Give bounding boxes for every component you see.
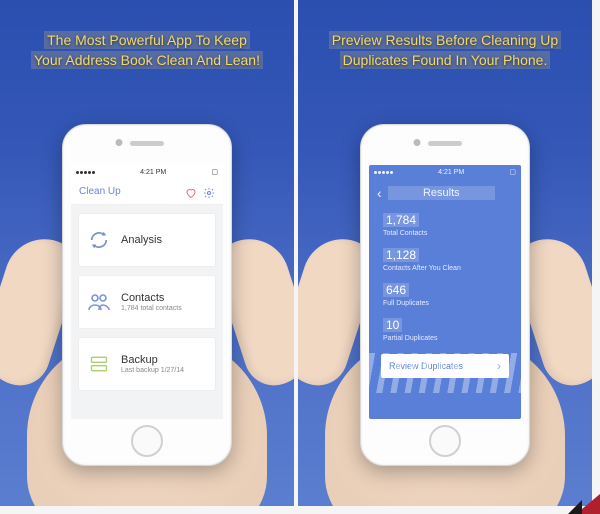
card-subtitle: Last backup 1/27/14 (121, 367, 207, 374)
phone-speaker (428, 141, 462, 146)
card-analysis[interactable]: Analysis (78, 213, 216, 267)
stat-item: 1,784 Total Contacts (383, 211, 507, 237)
promo-panel-right: Preview Results Before Cleaning Up Dupli… (298, 0, 592, 506)
status-bar: 4:21 PM ▢ (369, 165, 521, 179)
home-button[interactable] (131, 425, 163, 457)
status-bar: 4:21 PM ▢ (71, 165, 223, 179)
back-chevron-icon[interactable]: ‹ (377, 185, 382, 201)
phone-speaker (130, 141, 164, 146)
signal-dots-icon (374, 171, 393, 174)
tagline-left-line1: The Most Powerful App To Keep (44, 31, 250, 49)
tagline-right-line2: Duplicates Found In Your Phone. (340, 51, 551, 69)
phone-left: 4:21 PM ▢ Clean Up (62, 124, 232, 466)
phone-right: 4:21 PM ▢ ‹ Results 1,784 Total Contacts (360, 124, 530, 466)
card-title: Backup (121, 354, 207, 366)
stat-value: 646 (383, 283, 409, 297)
stat-label: Partial Duplicates (383, 335, 507, 342)
status-time: 4:21 PM (140, 169, 166, 176)
heart-icon[interactable] (185, 186, 197, 198)
gear-icon[interactable] (203, 186, 215, 198)
stat-label: Contacts After You Clean (383, 265, 507, 272)
hand-left: 4:21 PM ▢ Clean Up (2, 116, 292, 506)
status-time: 4:21 PM (438, 169, 464, 176)
promo-container: The Most Powerful App To Keep Your Addre… (0, 0, 592, 506)
page-title: Clean Up (79, 186, 121, 197)
card-title: Analysis (121, 234, 207, 246)
stat-value: 10 (383, 318, 402, 332)
card-backup[interactable]: Backup Last backup 1/27/14 (78, 337, 216, 391)
tagline-left: The Most Powerful App To Keep Your Addre… (0, 0, 294, 71)
screen-cleanup: 4:21 PM ▢ Clean Up (71, 165, 223, 419)
stat-item: 646 Full Duplicates (383, 281, 507, 307)
stat-label: Full Duplicates (383, 300, 507, 307)
stat-value: 1,128 (383, 248, 419, 262)
stat-label: Total Contacts (383, 230, 507, 237)
page-title: Results (388, 186, 495, 200)
hand-right: 4:21 PM ▢ ‹ Results 1,784 Total Contacts (300, 116, 590, 506)
stat-item: 1,128 Contacts After You Clean (383, 246, 507, 272)
battery-icon: ▢ (509, 168, 516, 176)
screen-results: 4:21 PM ▢ ‹ Results 1,784 Total Contacts (369, 165, 521, 419)
decorative-stripes (369, 353, 521, 393)
card-list: Analysis Contacts 1,784 total contacts (71, 205, 223, 419)
tagline-right-line1: Preview Results Before Cleaning Up (329, 31, 561, 49)
backup-icon (87, 352, 111, 376)
battery-icon: ▢ (211, 168, 218, 176)
contacts-icon (87, 290, 111, 314)
tagline-left-line2: Your Address Book Clean And Lean! (31, 51, 263, 69)
phone-camera (116, 139, 123, 146)
card-title: Contacts (121, 292, 207, 304)
stat-value: 1,784 (383, 213, 419, 227)
corner-logo (566, 490, 600, 514)
stats-list: 1,784 Total Contacts 1,128 Contacts Afte… (369, 207, 521, 348)
navbar-cleanup: Clean Up (71, 179, 223, 205)
navbar-results: ‹ Results (369, 179, 521, 207)
tagline-right: Preview Results Before Cleaning Up Dupli… (298, 0, 592, 71)
card-contacts[interactable]: Contacts 1,784 total contacts (78, 275, 216, 329)
signal-dots-icon (76, 171, 95, 174)
home-button[interactable] (429, 425, 461, 457)
stat-item: 10 Partial Duplicates (383, 316, 507, 342)
refresh-icon (87, 228, 111, 252)
phone-camera (414, 139, 421, 146)
card-subtitle: 1,784 total contacts (121, 305, 207, 312)
promo-panel-left: The Most Powerful App To Keep Your Addre… (0, 0, 294, 506)
